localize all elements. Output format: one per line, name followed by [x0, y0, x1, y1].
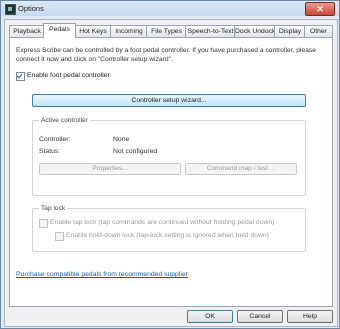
title-bar: Options ✕ — [1, 1, 339, 16]
cancel-button[interactable]: Cancel — [237, 310, 283, 323]
help-button[interactable]: Help — [287, 310, 333, 323]
enable-foot-pedal-label[interactable]: Enable foot pedal controller — [27, 71, 110, 81]
tab-hot-keys[interactable]: Hot Keys — [74, 25, 112, 37]
command-map-test-button[interactable]: Command map / test ... — [185, 163, 297, 175]
app-icon — [5, 4, 16, 15]
pedal-description: Express Scribe can be controlled by a fo… — [16, 47, 316, 63]
tab-file-types[interactable]: File Types — [146, 25, 187, 37]
active-controller-title: Active controller — [39, 116, 90, 125]
properties-button[interactable]: Properties... — [39, 163, 181, 175]
close-icon: ✕ — [316, 4, 324, 14]
tap-lock-group: Tap lock Enable tap lock (tap commands a… — [32, 204, 306, 252]
controller-label: Controller: — [39, 136, 71, 143]
tab-playback[interactable]: Playback — [9, 25, 45, 37]
pedals-panel: Express Scribe can be controlled by a fo… — [9, 37, 333, 307]
enable-hold-lock-label[interactable]: Enable hold-down lock (tap-lock setting … — [66, 231, 269, 241]
controller-value: None — [113, 136, 130, 143]
tab-display[interactable]: Display — [274, 25, 306, 37]
window-title: Options — [18, 4, 44, 13]
tap-lock-title: Tap lock — [39, 204, 68, 213]
options-window: Options ✕ Playback Pedals Hot Keys Incom… — [0, 0, 340, 329]
tab-dock-undock[interactable]: Dock Undock — [234, 25, 276, 37]
enable-tap-lock-checkbox[interactable] — [39, 219, 48, 228]
tab-pedals[interactable]: Pedals — [43, 23, 76, 38]
tab-other[interactable]: Other — [304, 25, 333, 37]
tab-incoming[interactable]: Incoming — [110, 25, 148, 37]
dialog-body: Playback Pedals Hot Keys Incoming File T… — [4, 19, 338, 327]
enable-hold-lock-checkbox[interactable] — [55, 232, 64, 241]
purchase-pedals-link[interactable]: Purchase compatible pedals from recommen… — [16, 271, 188, 278]
ok-button[interactable]: OK — [187, 310, 233, 323]
status-value: Not configured — [113, 148, 158, 155]
close-button[interactable]: ✕ — [305, 2, 335, 16]
enable-foot-pedal-checkbox[interactable] — [16, 72, 25, 81]
enable-tap-lock-label[interactable]: Enable tap lock (tap commands are contin… — [50, 218, 274, 228]
controller-setup-wizard-button[interactable]: Controller setup wizard... — [32, 94, 306, 107]
tab-speech-to-text[interactable]: Speech-to-Text — [185, 25, 236, 37]
active-controller-group: Active controller Controller: None Statu… — [32, 116, 306, 196]
status-label: Status: — [39, 148, 61, 155]
